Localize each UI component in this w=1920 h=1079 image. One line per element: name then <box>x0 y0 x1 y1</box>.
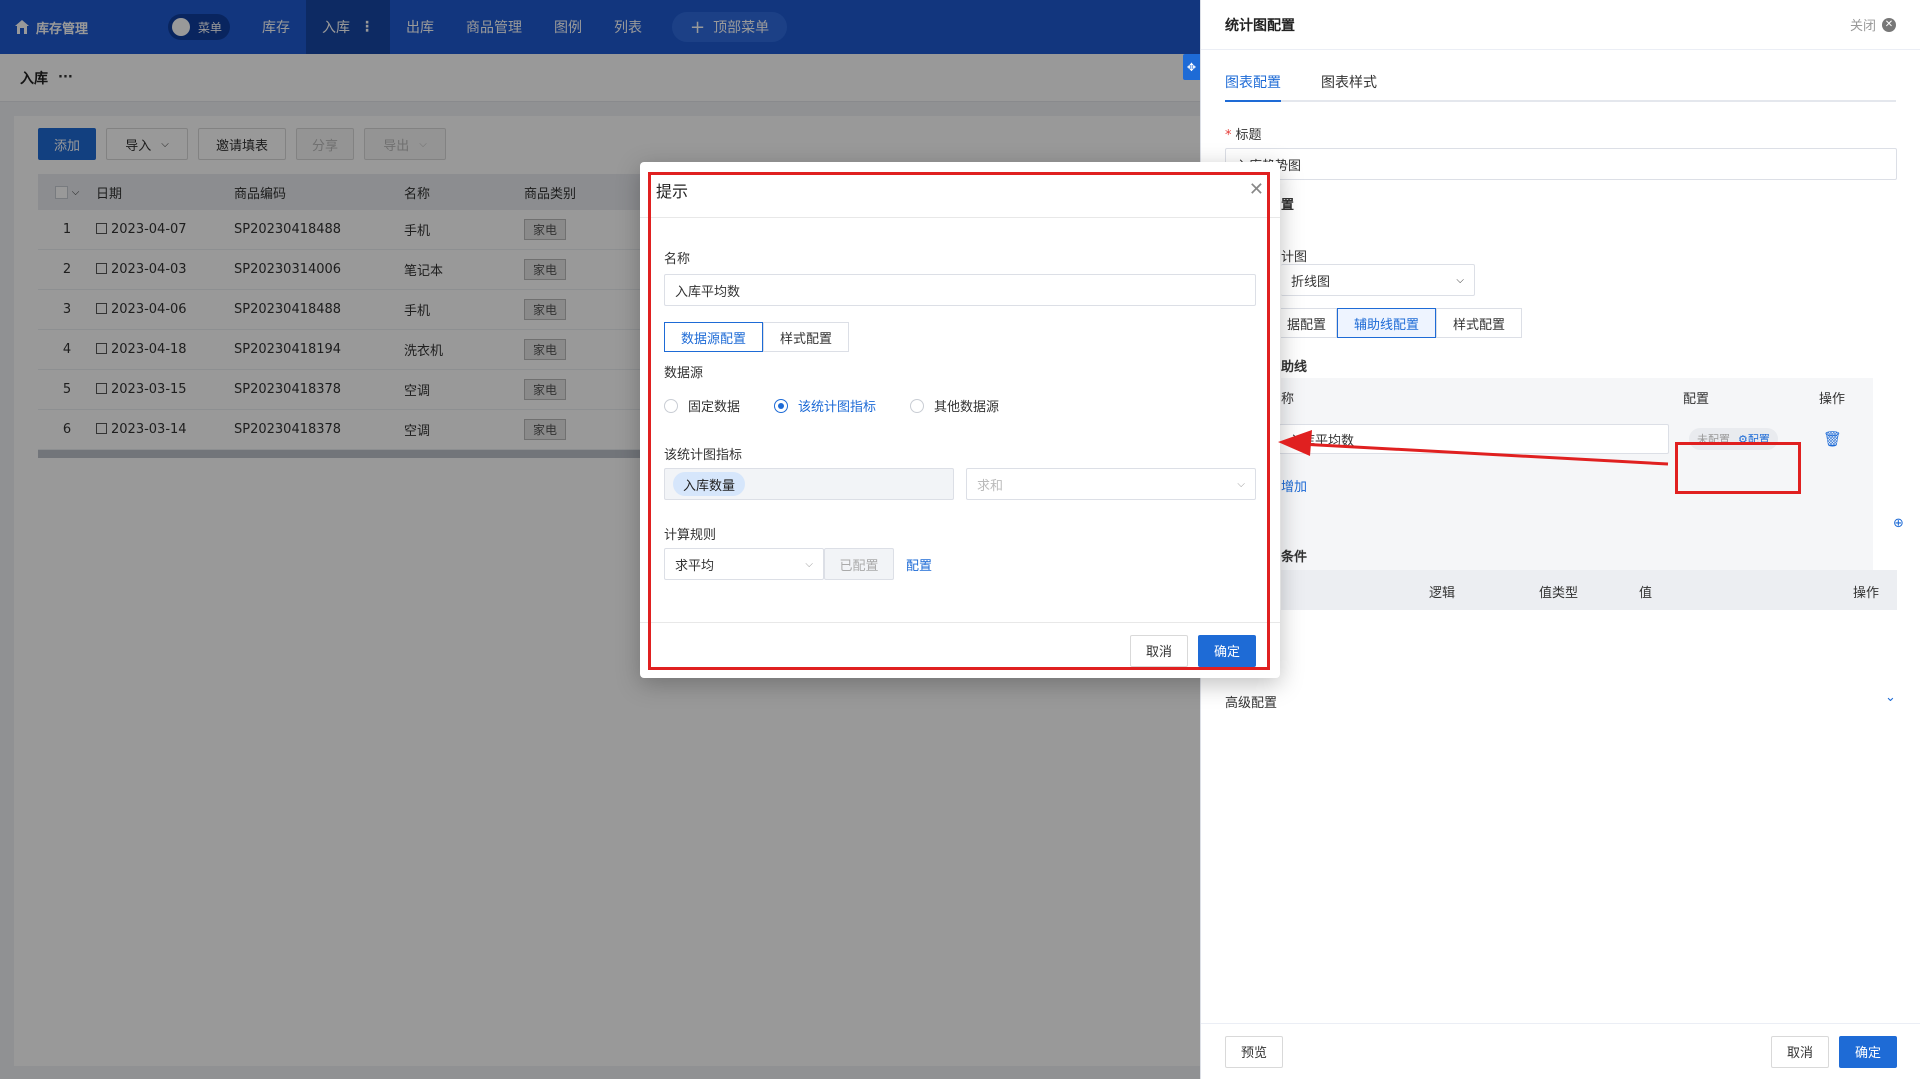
close-icon[interactable]: ✕ <box>1249 179 1264 200</box>
radio-fixed-data[interactable]: 固定数据 <box>664 396 740 415</box>
title-input[interactable]: 入库趋势图 <box>1225 148 1897 180</box>
aux-name-input[interactable]: 入库平均数 <box>1279 424 1669 454</box>
name-input[interactable]: 入库平均数 <box>664 274 1256 306</box>
title-field-label: * 标题 <box>1225 128 1262 143</box>
radio-other-source[interactable]: 其他数据源 <box>910 396 999 415</box>
dialog-footer: 取消 确定 <box>640 622 1280 678</box>
dialog-seg-tabs: 数据源配置 样式配置 <box>664 322 850 352</box>
rule-config-link[interactable]: 配置 <box>906 555 932 574</box>
close-icon: ✕ <box>1882 17 1896 32</box>
rule-value: 求平均 <box>675 558 715 574</box>
aux-line-dialog: 提示 ✕ 名称 入库平均数 数据源配置 样式配置 数据源 固定数据 该统计图指标… <box>640 162 1280 678</box>
indicator-select[interactable]: 入库数量 <box>664 468 954 500</box>
filter-table-header: 逻辑 值类型 值 操作 <box>1281 570 1897 610</box>
filter-col-ops: 操作 <box>1853 586 1880 601</box>
annotation-frame <box>648 172 1270 670</box>
drawer-header: 统计图配置 关闭 ✕ <box>1201 0 1920 50</box>
drawer-resize-handle[interactable]: ✥ <box>1183 54 1200 80</box>
add-aux-line-link[interactable]: 增加 <box>1281 476 1307 495</box>
seg-datasource-config[interactable]: 数据源配置 <box>664 322 764 352</box>
chart-type-label: 计图 <box>1281 250 1308 265</box>
radio-chart-indicator[interactable]: 该统计图指标 <box>774 396 876 415</box>
datasource-label: 数据源 <box>664 366 704 381</box>
aux-table-header: 称 配置 操作 <box>1281 378 1873 414</box>
add-circle-icon[interactable]: ⊕ <box>1893 516 1904 531</box>
chevron-double-down-icon[interactable]: ⌄ <box>1885 690 1896 705</box>
indicator-chip[interactable]: 入库数量 <box>673 472 746 496</box>
title-label-text: 标题 <box>1235 128 1262 143</box>
indicator-label: 该统计图指标 <box>664 448 743 463</box>
radio-dot <box>774 398 789 413</box>
drawer-body: *标题 入库趋势图 置 计图 折线图 ⌵ 据配置 辅助线配置 样式配置 助线 称 … <box>1201 102 1920 1062</box>
dialog-cancel-button[interactable]: 取消 <box>1130 634 1188 667</box>
footer-actions: 取消 确定 <box>1771 1035 1897 1068</box>
dialog-header: 提示 ✕ <box>640 162 1280 218</box>
chart-type-value: 折线图 <box>1291 274 1331 290</box>
close-label: 关闭 <box>1849 19 1876 34</box>
filter-label: 条件 <box>1281 550 1308 565</box>
settings-section-label: 置 <box>1281 198 1295 213</box>
chart-config-drawer: 统计图配置 关闭 ✕ 图表配置 图表样式 *标题 入库趋势图 置 计图 折线图 ⌵ … <box>1200 0 1920 1079</box>
subtab-data-config[interactable]: 据配置 <box>1281 308 1337 338</box>
col-config-header: 配置 <box>1683 392 1710 407</box>
aggregate-placeholder: 求和 <box>977 478 1004 494</box>
name-label: 名称 <box>664 252 691 267</box>
drawer-close-button[interactable]: 关闭 ✕ <box>1850 15 1896 34</box>
radio-label: 固定数据 <box>688 400 741 415</box>
rule-select[interactable]: 求平均 ⌵ <box>664 548 824 580</box>
dialog-ok-button[interactable]: 确定 <box>1198 634 1256 667</box>
dialog-title: 提示 <box>656 181 689 201</box>
aggregate-select[interactable]: 求和 ⌵ <box>966 468 1256 500</box>
advanced-config-label[interactable]: 高级配置 <box>1225 692 1277 711</box>
tab-chart-style[interactable]: 图表样式 <box>1321 72 1377 100</box>
subtab-aux-line-config[interactable]: 辅助线配置 <box>1337 308 1437 338</box>
config-subtabs: 据配置 辅助线配置 样式配置 <box>1281 308 1523 338</box>
rule-status: 已配置 <box>824 548 894 580</box>
col-ops-header: 操作 <box>1819 392 1846 407</box>
drawer-confirm-button[interactable]: 确定 <box>1839 1035 1897 1068</box>
drawer-footer: 预览 取消 确定 <box>1201 1023 1920 1079</box>
radio-label: 该统计图指标 <box>798 400 877 415</box>
trash-icon[interactable]: 🗑 <box>1823 430 1842 448</box>
col-name-header: 称 <box>1281 392 1295 407</box>
radio-label: 其他数据源 <box>934 400 1000 415</box>
preview-button[interactable]: 预览 <box>1225 1035 1283 1068</box>
drawer-tabs: 图表配置 图表样式 <box>1225 72 1896 102</box>
seg-style-config[interactable]: 样式配置 <box>763 322 850 352</box>
datasource-radio-group: 固定数据 该统计图指标 其他数据源 <box>664 396 1029 415</box>
chart-type-select[interactable]: 折线图 ⌵ <box>1281 264 1475 296</box>
drawer-cancel-button[interactable]: 取消 <box>1771 1035 1829 1068</box>
subtab-style-config[interactable]: 样式配置 <box>1436 308 1523 338</box>
chevron-down-icon: ⌵ <box>1456 274 1464 286</box>
chevron-down-icon: ⌵ <box>1237 478 1245 490</box>
drawer-title: 统计图配置 <box>1225 17 1295 34</box>
app-root: 库存管理 菜单 库存 入库 ⋮ 出库 商品管理 图例 列表 + 顶部菜单 入库 ··… <box>0 0 1920 1079</box>
rule-label: 计算规则 <box>664 528 717 543</box>
radio-dot <box>910 398 925 413</box>
chevron-down-icon: ⌵ <box>805 558 813 570</box>
tab-chart-config[interactable]: 图表配置 <box>1225 72 1281 102</box>
filter-col-logic: 逻辑 <box>1429 586 1456 601</box>
aux-line-label: 助线 <box>1281 360 1308 375</box>
annotation-box <box>1675 442 1801 494</box>
filter-col-valuetype: 值类型 <box>1539 586 1579 601</box>
radio-dot <box>664 398 678 413</box>
filter-col-value: 值 <box>1639 586 1653 601</box>
